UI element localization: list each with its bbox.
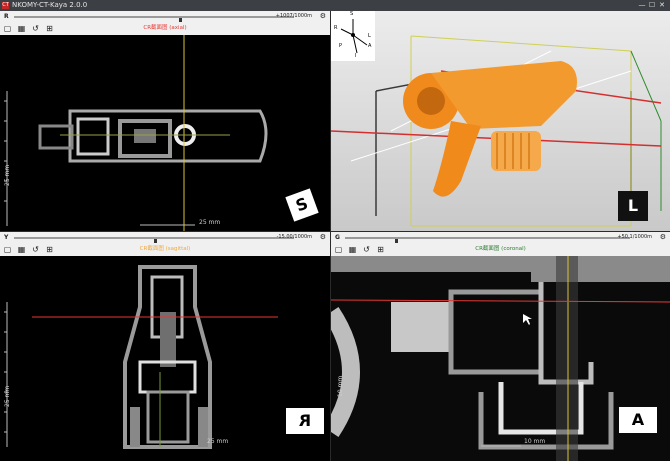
gizmo-label-p: P [339,43,343,49]
close-button[interactable]: ✕ [657,0,667,11]
scale-label: 10 mm [524,438,546,445]
sagittal-image [4,265,278,449]
title-bar: CT NKOMY-CT-Kaya 2.0.0 — ☐ ✕ [0,0,670,11]
gizmo-label-i: I [355,53,357,59]
view-toolbar: ▢ ▦ ↺ ⊞ CR截面图 (axial) [0,22,330,35]
side-scale-label: 10 mm [337,375,344,397]
slice-slider[interactable] [345,237,630,246]
axial-image [4,35,268,231]
view-name: CR截面图 (sagittal) [139,246,191,252]
square-icon[interactable]: ▢ [2,23,13,34]
window-controls: — ☐ ✕ [637,0,667,11]
scale-label: 25 mm [207,438,229,445]
layout-icon[interactable]: ⊞ [375,244,386,255]
slice-readout: +50.1/1000m [617,234,652,240]
coronal-view-pane[interactable]: G +50.1/1000m ⚙ ▢ ▦ ↺ ⊞ CR截面图 (coronal) … [331,232,670,461]
orientation-letter: A [631,410,645,429]
square-icon[interactable]: ▢ [2,244,13,255]
orientation-cube[interactable]: L [618,191,648,221]
axis-label: R [4,13,9,20]
gizmo-label-l: L [368,33,371,39]
axial-view-pane[interactable]: R +1007/1000m ⚙ ▢ ▦ ↺ ⊞ CR截面图 (axial) 25… [0,11,330,231]
layout-icon[interactable]: ⊞ [44,23,55,34]
axial-slice-header: R +1007/1000m ⚙ [0,11,330,25]
axis-label: G [335,234,340,241]
reset-icon[interactable]: ↺ [30,23,41,34]
gear-icon[interactable]: ⚙ [320,232,326,243]
grid-icon[interactable]: ▦ [16,23,27,34]
sagittal-slice-header: Y -15.00/1000m ⚙ [0,232,330,246]
gizmo-label-a: A [368,43,372,49]
gizmo-label-s: S [350,11,354,17]
view-name: CR截面图 (coronal) [475,246,526,252]
reset-icon[interactable]: ↺ [361,244,372,255]
maximize-button[interactable]: ☐ [647,0,657,11]
slice-slider[interactable] [14,16,294,25]
orientation-cube[interactable]: A [619,407,657,433]
slice-slider[interactable] [14,237,294,246]
sagittal-view-pane[interactable]: Y -15.00/1000m ⚙ ▢ ▦ ↺ ⊞ CR截面图 (sagittal… [0,232,330,461]
gear-icon[interactable]: ⚙ [660,232,666,243]
window-title: NKOMY-CT-Kaya 2.0.0 [12,1,88,9]
3d-view-pane[interactable]: S R L A I P L [331,11,670,231]
coronal-slice-header: G +50.1/1000m ⚙ [331,232,670,246]
slice-readout: +1007/1000m [275,13,312,19]
gizmo-label-r: R [334,25,338,31]
app-logo-icon: CT [2,2,9,9]
layout-icon[interactable]: ⊞ [44,244,55,255]
minimize-button[interactable]: — [637,0,647,11]
orientation-gizmo[interactable]: S R L A I P [331,11,375,61]
side-scale-label: 25 mm [4,164,11,186]
axis-label: Y [4,234,9,241]
square-icon[interactable]: ▢ [333,244,344,255]
orientation-letter: R [298,411,312,430]
slice-readout: -15.00/1000m [276,234,312,240]
orientation-cube[interactable]: R [286,408,324,434]
reset-icon[interactable]: ↺ [30,244,41,255]
side-scale-label: 25 mm [4,385,11,407]
scale-label: 25 mm [199,219,221,226]
view-toolbar: ▢ ▦ ↺ ⊞ CR截面图 (coronal) [331,243,670,256]
grid-icon[interactable]: ▦ [347,244,358,255]
view-toolbar: ▢ ▦ ↺ ⊞ CR截面图 (sagittal) [0,243,330,256]
view-name: CR截面图 (axial) [143,25,187,31]
grid-icon[interactable]: ▦ [16,244,27,255]
gear-icon[interactable]: ⚙ [320,11,326,22]
